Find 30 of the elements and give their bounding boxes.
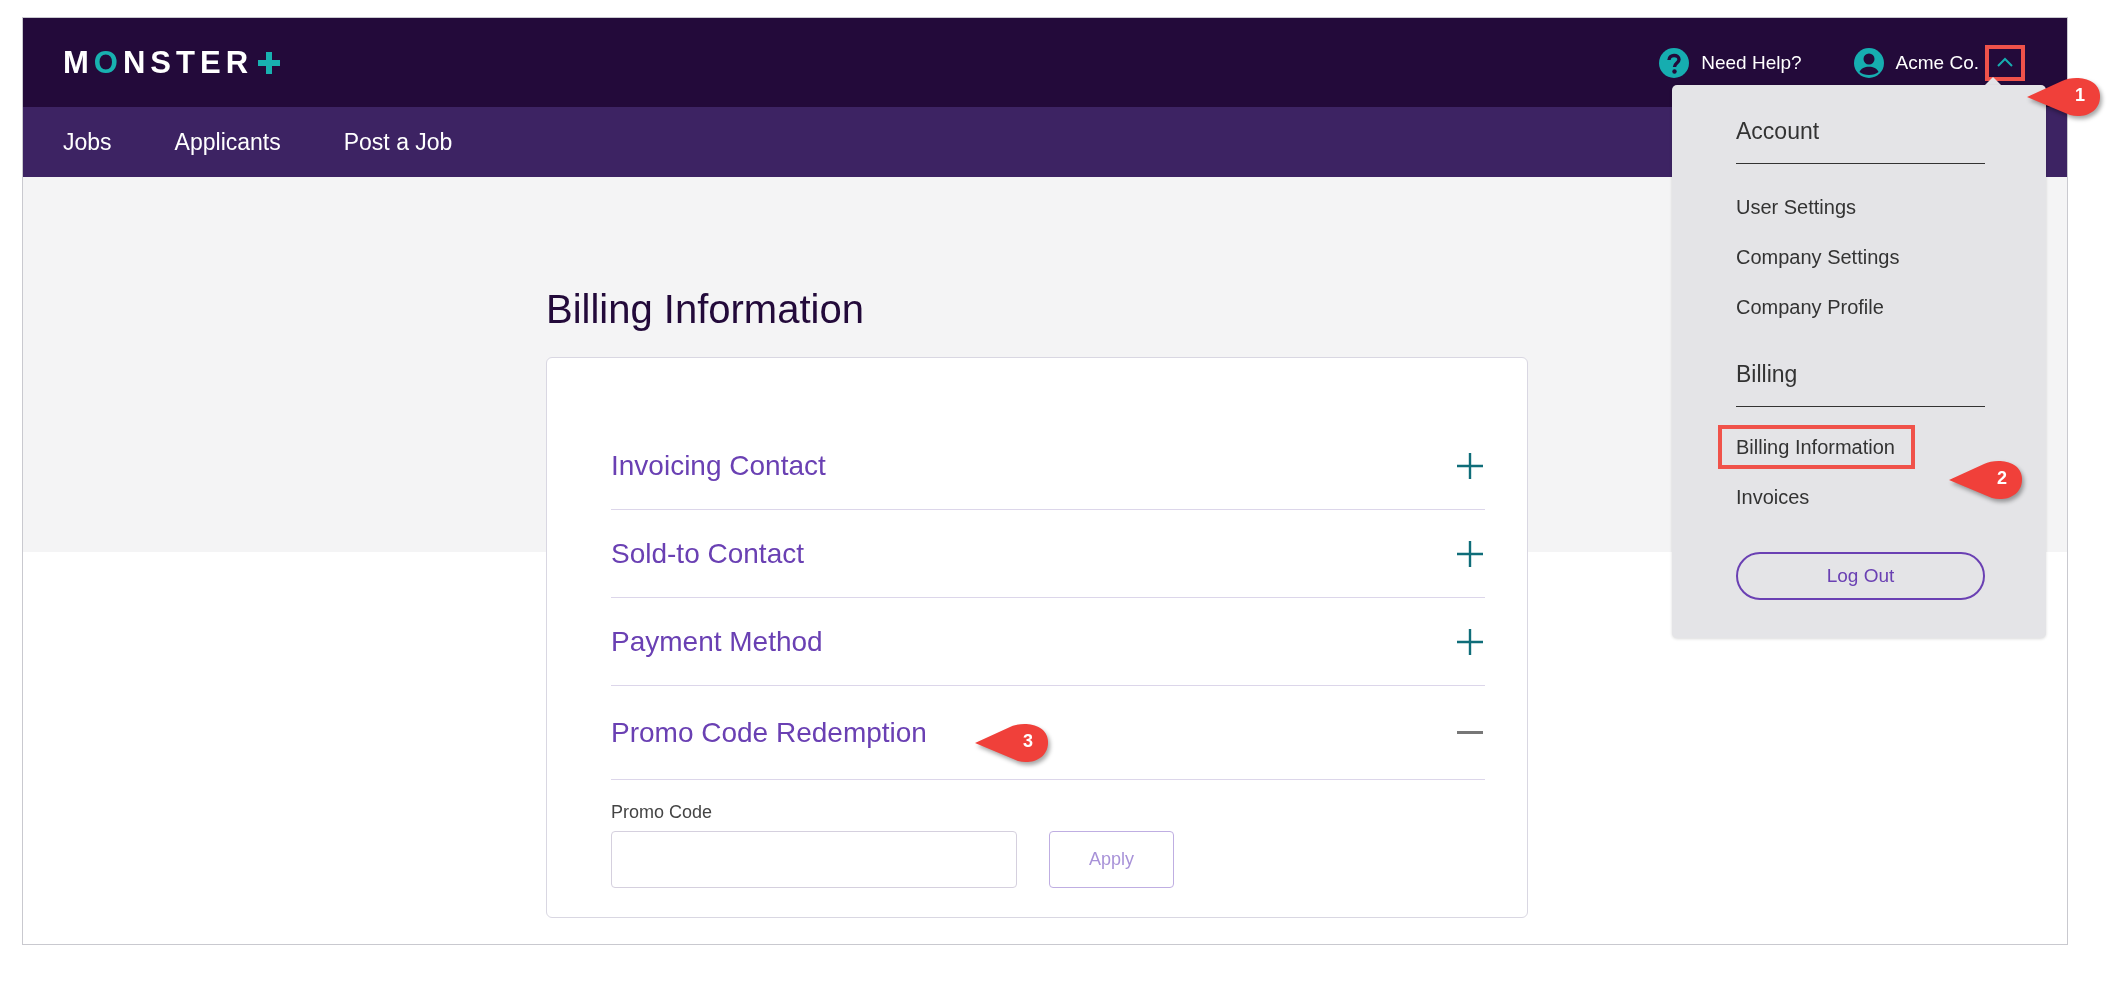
log-out-button[interactable]: Log Out [1736,552,1985,600]
field-label: Promo Code [611,802,714,823]
minus-icon[interactable] [1457,730,1483,735]
section-title[interactable]: Invoicing Contact [611,449,826,482]
menu-item[interactable]: Invoices [1736,472,1810,522]
help-icon[interactable] [1659,47,1690,78]
callout-marker: 1 [2026,76,2102,118]
promo-code-field[interactable] [611,831,1017,888]
account-name[interactable]: Acme Co. [1895,51,1979,74]
menu-item[interactable]: Company Profile [1736,282,1884,332]
help-link[interactable]: Need Help? [1701,51,1802,74]
menu-heading: Billing [1736,360,1799,389]
nav-link[interactable]: Post a Job [343,128,453,156]
section-title[interactable]: Payment Method [611,625,823,658]
menu-item[interactable]: Billing Information [1718,425,1915,469]
plus-icon[interactable] [1457,540,1483,567]
plus-icon[interactable] [1457,452,1483,479]
menu-item[interactable]: Company Settings [1736,232,1900,282]
callout-marker: 2 [1948,459,2024,501]
plus-icon[interactable] [1457,628,1483,655]
menu-item[interactable]: User Settings [1736,182,1857,232]
user-avatar-icon [1853,47,1884,78]
callout-marker: 3 [974,722,1050,764]
plus-icon [257,50,282,75]
page-title: Billing Information [546,286,864,333]
section-title[interactable]: Promo Code Redemption [611,716,927,749]
nav-link[interactable]: Jobs [63,128,112,156]
section-title[interactable]: Sold-to Contact [611,537,804,570]
nav-link[interactable]: Applicants [174,128,281,156]
menu-heading: Account [1736,117,1821,146]
